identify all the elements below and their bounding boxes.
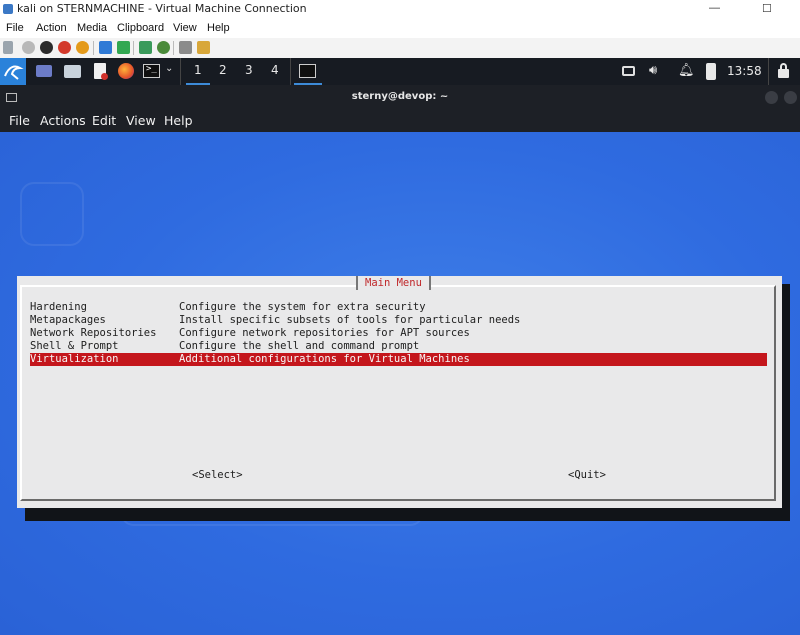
minimize-icon[interactable]: —	[709, 2, 720, 14]
pause-icon[interactable]	[99, 41, 112, 54]
terminal-menubar: File Actions Edit View Help	[0, 110, 800, 132]
host-menu-media[interactable]: Media	[77, 22, 107, 34]
display-icon[interactable]	[620, 58, 638, 85]
menu-item-key: Hardening	[30, 301, 87, 313]
dialog-title: Main Menu	[356, 276, 431, 290]
workspace-1[interactable]: 1	[186, 58, 210, 85]
show-desktop-icon[interactable]	[34, 58, 54, 85]
turn-off-icon[interactable]	[40, 41, 53, 54]
terminal-menu-actions[interactable]: Actions	[40, 113, 86, 128]
kali-menu-icon[interactable]	[0, 58, 26, 85]
menu-item-key: Network Repositories	[30, 327, 157, 339]
host-toolbar	[0, 38, 800, 59]
menu-item-metapackages[interactable]: Metapackages Install specific subsets of…	[30, 314, 767, 327]
menu-item-key: Metapackages	[30, 314, 106, 326]
enhanced-session-icon[interactable]	[179, 41, 192, 54]
menu-item-network-repositories[interactable]: Network Repositories Configure network r…	[30, 327, 767, 340]
workspace-2[interactable]: 2	[212, 58, 236, 85]
background-decoration	[20, 182, 84, 246]
menu-item-description: Additional configurations for Virtual Ma…	[179, 353, 470, 365]
shut-down-icon[interactable]	[58, 41, 71, 54]
menu-item-description: Configure the system for extra security	[179, 301, 426, 313]
menu-item-key: Shell & Prompt	[30, 340, 119, 352]
panel-separator	[290, 58, 291, 85]
host-window-title: kali on STERNMACHINE - Virtual Machine C…	[17, 2, 307, 15]
ctrl-alt-del-icon[interactable]	[3, 41, 13, 54]
terminal-menu-file[interactable]: File	[9, 113, 30, 128]
quit-button[interactable]: <Quit>	[568, 469, 606, 482]
kali-panel: >_ ⌄ 1 2 3 4 🔊︎ 🔔︎ 13:58	[0, 58, 800, 85]
maximize-icon[interactable]: ☐	[762, 2, 772, 15]
maximize-icon[interactable]	[784, 91, 797, 104]
host-menu-action[interactable]: Action	[36, 22, 67, 34]
start-icon[interactable]	[22, 41, 35, 54]
menu-item-key: Virtualization	[30, 353, 119, 365]
terminal-menu-view[interactable]: View	[126, 113, 156, 128]
notification-bell-icon[interactable]: 🔔︎	[675, 58, 695, 85]
terminal-titlebar: sterny@devop: ~	[0, 85, 800, 110]
host-menubar: File Action Media Clipboard View Help	[0, 19, 800, 38]
menu-item-description: Configure the shell and command prompt	[179, 340, 420, 352]
panel-separator	[180, 58, 181, 85]
menu-item-virtualization[interactable]: Virtualization Additional configurations…	[30, 353, 767, 366]
clock[interactable]: 13:58	[727, 64, 762, 78]
host-menu-file[interactable]: File	[6, 22, 24, 34]
workspace-label: 2	[219, 63, 227, 77]
lock-icon[interactable]	[775, 58, 793, 85]
file-manager-icon[interactable]	[62, 58, 82, 85]
vm-icon	[3, 4, 13, 14]
save-icon[interactable]	[76, 41, 89, 54]
revert-icon[interactable]	[157, 41, 170, 54]
host-titlebar: kali on STERNMACHINE - Virtual Machine C…	[0, 0, 800, 19]
host-menu-clipboard[interactable]: Clipboard	[117, 22, 164, 34]
firefox-icon[interactable]	[116, 58, 136, 85]
menu-item-description: Install specific subsets of tools for pa…	[179, 314, 521, 326]
workspace-4[interactable]: 4	[264, 58, 288, 85]
toolbar-separator	[93, 41, 94, 55]
select-button[interactable]: <Select>	[192, 469, 243, 482]
workspace-label: 4	[271, 63, 279, 77]
text-editor-icon[interactable]	[90, 58, 110, 85]
panel-separator	[768, 58, 769, 85]
workspace-label: 3	[245, 63, 253, 77]
terminal-menu-edit[interactable]: Edit	[92, 113, 116, 128]
battery-icon[interactable]	[704, 58, 718, 85]
chevron-down-icon[interactable]: ⌄	[164, 58, 176, 85]
terminal-window-title: sterny@devop: ~	[351, 91, 449, 102]
toolbar-separator	[173, 41, 174, 55]
menu-item-hardening[interactable]: Hardening Configure the system for extra…	[30, 301, 767, 314]
workspace-label: 1	[194, 63, 202, 77]
workspace-3[interactable]: 3	[238, 58, 262, 85]
menu-item-shell-prompt[interactable]: Shell & Prompt Configure the shell and c…	[30, 340, 767, 353]
taskbar-terminal-button[interactable]	[294, 58, 322, 85]
terminal-menu-help[interactable]: Help	[164, 113, 193, 128]
host-menu-view[interactable]: View	[173, 22, 197, 34]
resume-icon[interactable]	[117, 41, 130, 54]
volume-icon[interactable]: 🔊︎	[647, 58, 667, 85]
toolbar-separator	[133, 41, 134, 55]
share-icon[interactable]	[197, 41, 210, 54]
menu-item-description: Configure network repositories for APT s…	[179, 327, 470, 339]
main-menu-dialog: Main Menu Hardening Configure the system…	[17, 276, 782, 508]
terminal-launcher-icon[interactable]: >_	[142, 58, 162, 85]
checkpoint-icon[interactable]	[139, 41, 152, 54]
minimize-icon[interactable]	[765, 91, 778, 104]
host-menu-help[interactable]: Help	[207, 22, 230, 34]
